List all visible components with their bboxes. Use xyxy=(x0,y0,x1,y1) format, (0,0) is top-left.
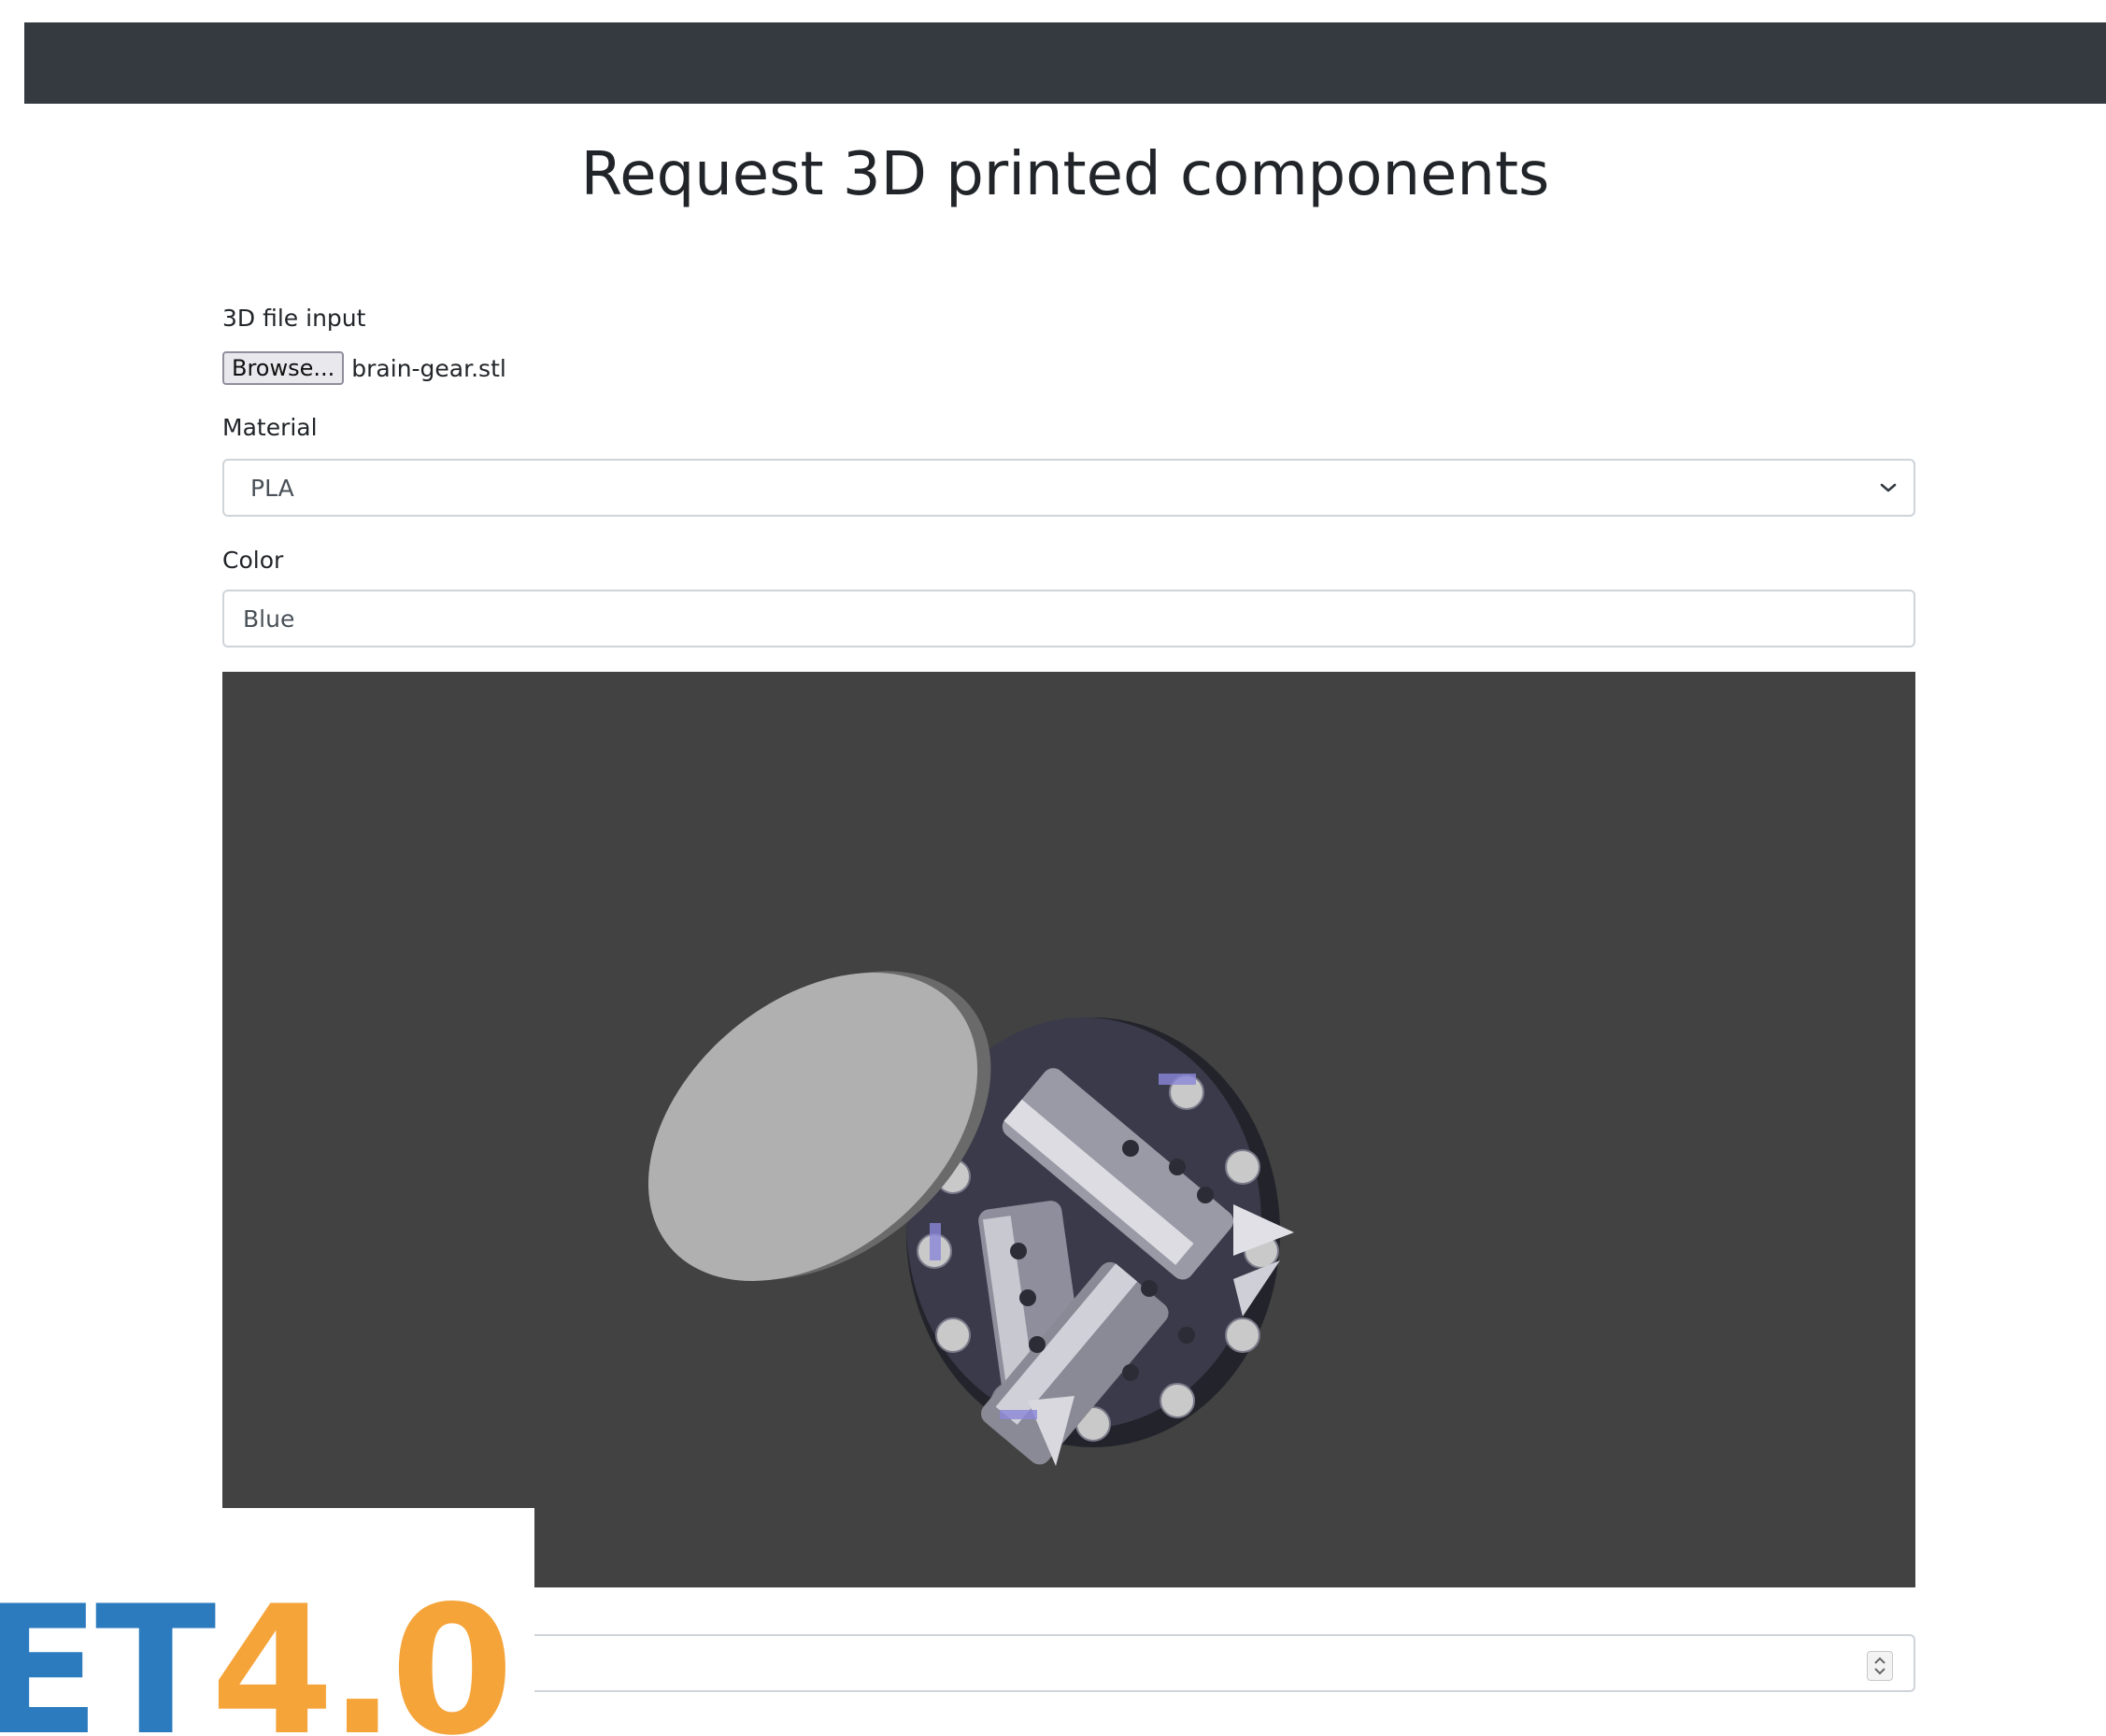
file-input-label: 3D file input xyxy=(222,305,366,332)
top-navbar xyxy=(24,22,2106,104)
color-input[interactable]: Blue xyxy=(222,590,1915,647)
material-selected-value: PLA xyxy=(250,474,294,502)
chevron-down-icon xyxy=(1874,474,1902,502)
color-label: Color xyxy=(222,547,284,574)
file-input: Browse... brain-gear.stl xyxy=(222,350,506,386)
color-input-value: Blue xyxy=(243,605,295,633)
browse-button[interactable]: Browse... xyxy=(222,351,345,385)
et40-logo: ET4.0 xyxy=(0,1583,514,1736)
selected-file-name: brain-gear.stl xyxy=(351,354,506,382)
logo-part-et: ET xyxy=(0,1568,216,1736)
logo-part-version: 4.0 xyxy=(210,1568,514,1736)
material-select[interactable]: PLA xyxy=(222,459,1915,517)
number-spinner-icon[interactable] xyxy=(1867,1651,1893,1681)
brain-gear-model-icon xyxy=(647,971,1294,1466)
material-label: Material xyxy=(222,414,318,441)
3d-model-viewer[interactable] xyxy=(222,672,1915,1587)
page-title: Request 3D printed components xyxy=(580,140,1550,209)
